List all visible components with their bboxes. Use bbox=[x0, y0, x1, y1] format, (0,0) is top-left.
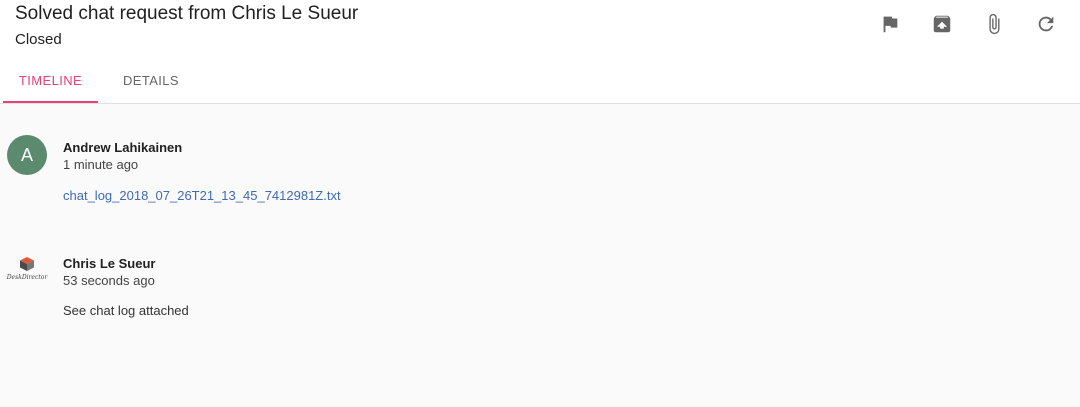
entry-time: 1 minute ago bbox=[63, 157, 139, 172]
entry-author: Chris Le Sueur bbox=[63, 256, 156, 271]
page-title: Solved chat request from Chris Le Sueur bbox=[15, 3, 359, 24]
entry-author: Andrew Lahikainen bbox=[63, 140, 183, 155]
refresh-button[interactable] bbox=[1020, 12, 1072, 36]
avatar: A bbox=[7, 135, 47, 175]
attachment-link[interactable]: chat_log_2018_07_26T21_13_45_7412981Z.tx… bbox=[63, 188, 341, 203]
paperclip-icon bbox=[989, 13, 1000, 35]
status-label: Closed bbox=[15, 31, 62, 48]
refresh-icon bbox=[1038, 16, 1054, 32]
archive-icon bbox=[933, 15, 951, 33]
entry-time: 53 seconds ago bbox=[63, 273, 155, 288]
ticket-header: Solved chat request from Chris Le Sueur … bbox=[0, 0, 1080, 104]
archive-button[interactable] bbox=[916, 12, 968, 36]
logo-text: DeskDirector bbox=[6, 274, 48, 281]
tab-details[interactable]: DETAILS bbox=[98, 58, 204, 103]
attach-button[interactable] bbox=[968, 12, 1020, 36]
deskdirector-logo: DeskDirector bbox=[6, 257, 48, 287]
deskdirector-logo-icon bbox=[20, 257, 34, 271]
flag-button[interactable] bbox=[864, 12, 916, 36]
timeline: A Andrew Lahikainen 1 minute ago chat_lo… bbox=[0, 105, 1080, 407]
entry-message: See chat log attached bbox=[63, 303, 189, 318]
tab-timeline[interactable]: TIMELINE bbox=[0, 58, 98, 103]
toolbar-actions bbox=[864, 12, 1072, 36]
tab-bar: TIMELINE DETAILS bbox=[0, 58, 204, 103]
flag-icon bbox=[883, 16, 898, 33]
